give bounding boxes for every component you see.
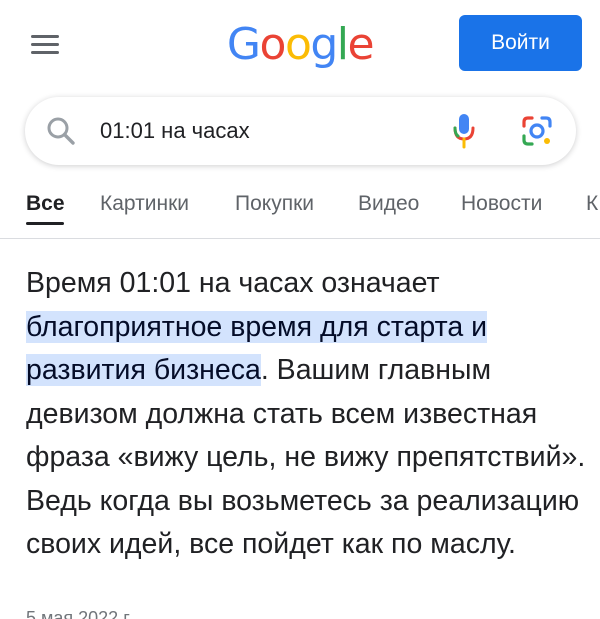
tab-shopping[interactable]: Покупки: [235, 192, 314, 216]
tab-news[interactable]: Новости: [461, 192, 542, 216]
active-tab-indicator: [26, 222, 64, 225]
tab-images[interactable]: Картинки: [100, 192, 189, 216]
signin-button[interactable]: Войти: [459, 15, 582, 71]
search-icon[interactable]: [45, 115, 77, 147]
lens-icon[interactable]: [520, 114, 554, 148]
featured-snippet: Время 01:01 на часах означает благоприят…: [26, 262, 586, 567]
logo-letter: G: [226, 18, 261, 70]
hamburger-menu-icon[interactable]: [28, 30, 62, 60]
snippet-text-before: Время 01:01 на часах означает: [26, 267, 440, 299]
logo-letter: l: [336, 18, 349, 70]
tab-all[interactable]: Все: [26, 192, 65, 216]
search-tabs: Все Картинки Покупки Видео Новости К: [0, 178, 600, 238]
logo-letter: g: [310, 18, 338, 70]
tab-videos[interactable]: Видео: [358, 192, 419, 216]
google-logo[interactable]: Google: [226, 14, 375, 74]
logo-letter: o: [284, 18, 312, 70]
search-input[interactable]: 01:01 на часах: [100, 118, 250, 144]
top-bar: Google Войти: [0, 0, 600, 90]
search-box[interactable]: 01:01 на часах: [25, 97, 576, 165]
mic-icon[interactable]: [450, 112, 478, 150]
tabs-divider: [0, 238, 600, 239]
logo-letter: o: [259, 18, 287, 70]
tab-more[interactable]: К: [586, 192, 598, 216]
logo-letter: e: [347, 18, 375, 70]
snippet-date: 5 мая 2022 г.: [26, 608, 133, 619]
